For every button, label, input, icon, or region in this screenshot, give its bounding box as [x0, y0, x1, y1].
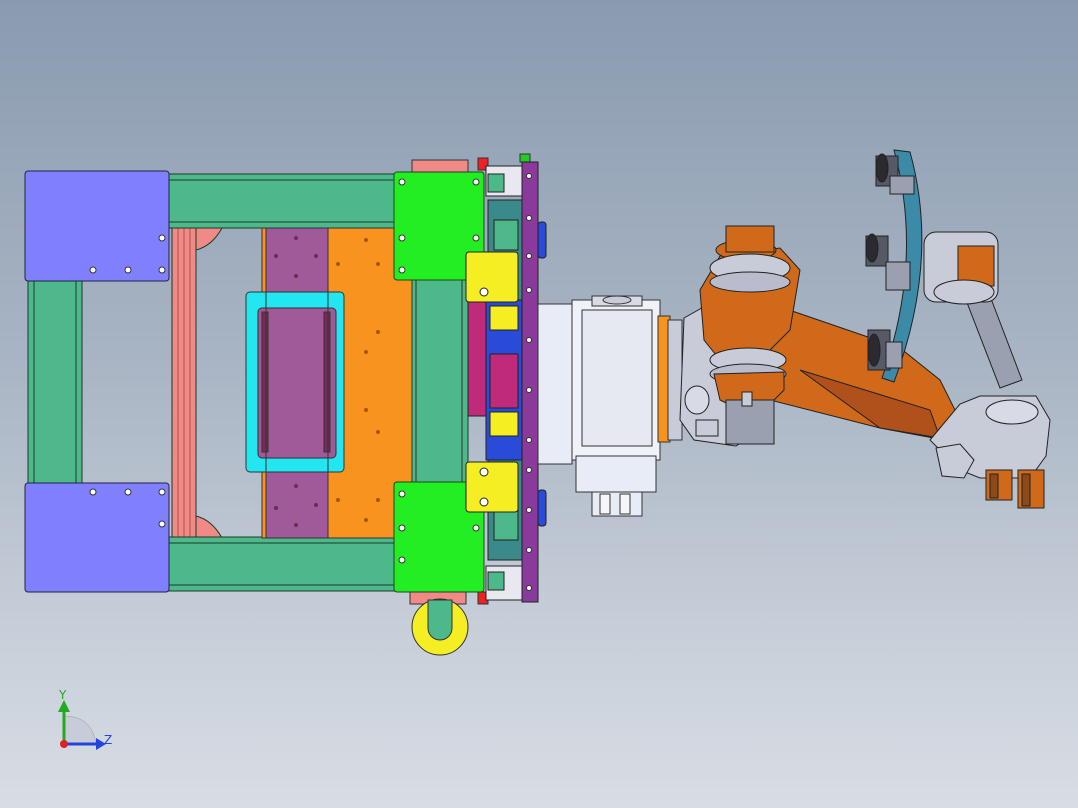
axis-triad-icon: Y Z — [58, 688, 112, 750]
cad-model-drawing: Y Z — [24, 149, 1051, 750]
cad-viewport[interactable]: Y Z — [0, 0, 1078, 808]
axis-z-label: Z — [104, 733, 112, 747]
center-plates — [245, 227, 413, 539]
gearbox-housing — [537, 295, 683, 517]
robot-arm — [679, 149, 1051, 509]
axis-y-label: Y — [58, 688, 67, 702]
lifting-hook — [409, 591, 469, 656]
